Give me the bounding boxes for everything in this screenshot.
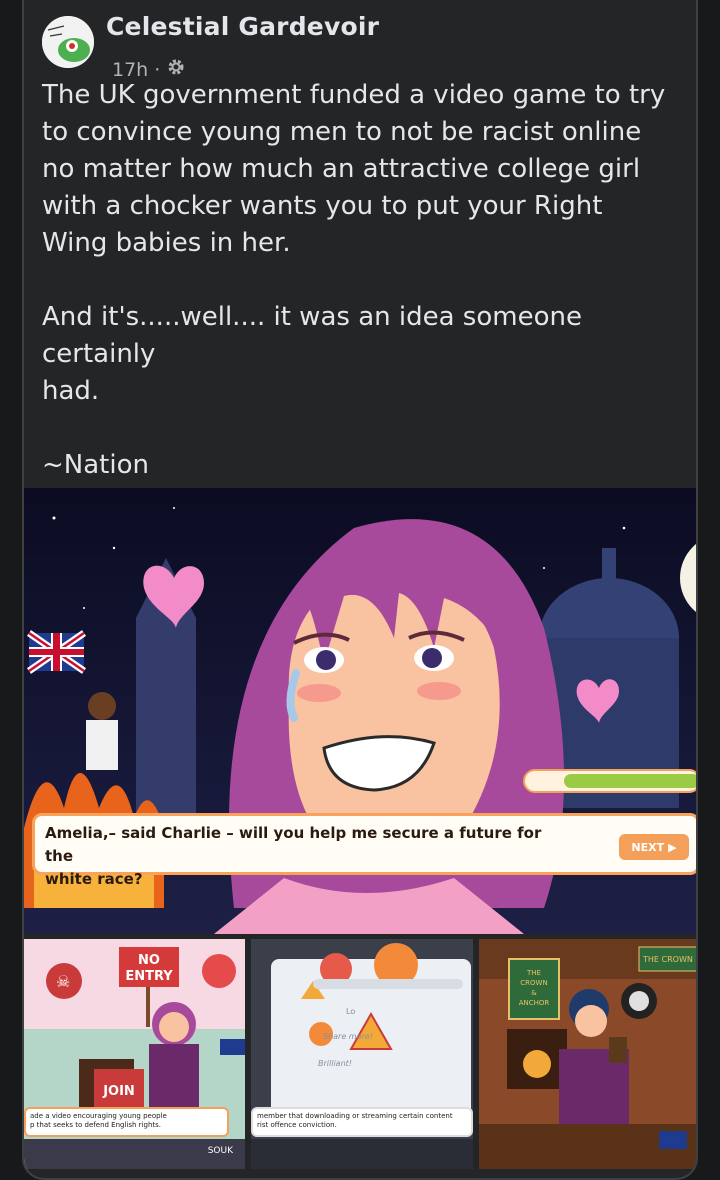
comment-1: Lo bbox=[346, 1007, 356, 1016]
pub-banner-text: THE CROWN & bbox=[642, 955, 698, 964]
pub-sign-line2: CROWN bbox=[520, 979, 547, 987]
thumb1-footer-text: SOUK bbox=[207, 1146, 233, 1156]
svg-text:☠: ☠ bbox=[56, 972, 70, 991]
next-button-label: NEXT bbox=[631, 840, 665, 854]
pub-scene-illustration: THE CROWN & ANCHOR THE CROWN & bbox=[479, 939, 698, 1169]
thumb2-caption: member that downloading or streaming cer… bbox=[251, 1107, 473, 1137]
avatar[interactable] bbox=[42, 16, 94, 68]
thumb1-caption: ade a video encouraging young people p t… bbox=[24, 1107, 229, 1137]
avatar-image bbox=[42, 16, 94, 68]
comment-2: Share more! bbox=[323, 1032, 373, 1041]
game-screenshot-thumb-1[interactable]: ☠ NO ENTRY JOIN ade a video encouraging … bbox=[24, 939, 245, 1169]
pub-sign-line3: & bbox=[531, 989, 537, 997]
post-text: The UK government funded a video game to… bbox=[42, 80, 666, 480]
no-entry-sign-text-2: ENTRY bbox=[125, 969, 173, 984]
author-name[interactable]: Celestial Gardevoir bbox=[106, 12, 379, 41]
post-card: Celestial Gardevoir 17h · The UK governm… bbox=[22, 0, 698, 1180]
pub-sign-line1: THE bbox=[526, 969, 541, 977]
pub-sign-line4: ANCHOR bbox=[519, 999, 550, 1007]
join-sign-text: JOIN bbox=[102, 1084, 135, 1099]
game-screenshot-thumb-2[interactable]: Lo Share more! Brilliant! member that do… bbox=[251, 939, 473, 1169]
comment-3: Brilliant! bbox=[318, 1059, 352, 1068]
dialogue-text: Amelia,– said Charlie – will you help me… bbox=[45, 824, 542, 888]
next-button[interactable]: NEXT ▶ bbox=[619, 834, 689, 860]
thumb2-footer bbox=[251, 1139, 473, 1169]
game-screenshot-thumb-3[interactable]: THE CROWN & ANCHOR THE CROWN & bbox=[479, 939, 698, 1169]
dialogue-box: Amelia,– said Charlie – will you help me… bbox=[32, 813, 696, 888]
no-entry-sign-text: NO bbox=[138, 953, 160, 968]
fast-forward-icon: ▶ bbox=[668, 840, 677, 854]
thumb1-footer: SOUK bbox=[24, 1139, 245, 1169]
game-screenshot-main[interactable]: Amelia,– said Charlie – will you help me… bbox=[24, 488, 696, 934]
